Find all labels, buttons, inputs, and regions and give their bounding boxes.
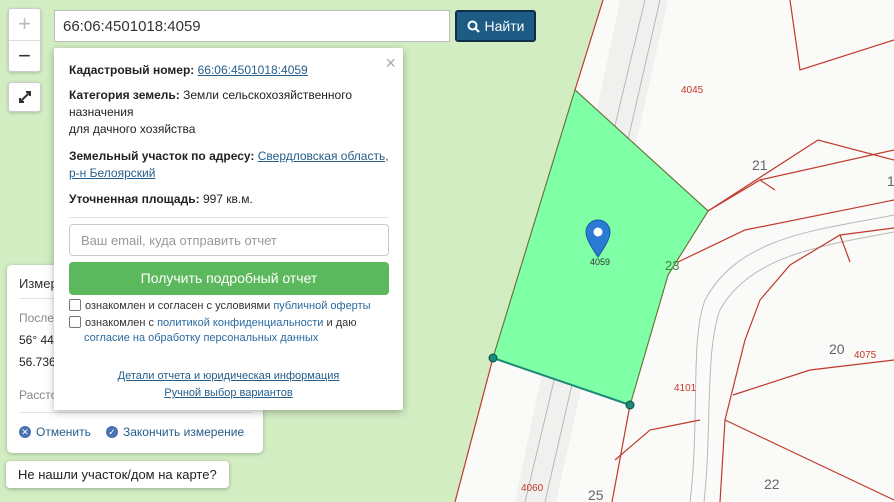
area-value: 997 кв.м.	[202, 192, 253, 206]
category-value-line2: назначения	[69, 105, 134, 119]
address-link-line2[interactable]: р-н Белоярский	[69, 166, 155, 180]
divider	[19, 412, 251, 413]
details-row: Детали отчета и юридическая информация	[54, 370, 403, 382]
privacy-text-a: ознакомлен с	[85, 317, 155, 329]
address-link-line1[interactable]: Свердловская область,	[258, 149, 389, 163]
zoom-in-button[interactable]: +	[9, 9, 40, 41]
cancel-measure-button[interactable]: ✕ Отменить	[19, 425, 91, 439]
parcel-label-21: 21	[752, 157, 768, 173]
area-label: Уточненная площадь:	[69, 192, 200, 206]
parcel-label-4101: 4101	[674, 383, 697, 394]
data-processing-consent-link[interactable]: согласие на обработку персональных данны…	[84, 332, 318, 344]
cadastral-number-link[interactable]: 66:06:4501018:4059	[198, 63, 308, 77]
find-button-label: Найти	[484, 18, 525, 34]
zoom-out-button[interactable]: −	[9, 41, 40, 72]
privacy-checkbox[interactable]	[69, 316, 81, 328]
not-found-button[interactable]: Не нашли участок/дом на карте?	[6, 461, 229, 488]
parcel-label-25: 25	[588, 487, 604, 502]
measurement-title: Измер	[19, 276, 58, 291]
divider	[69, 217, 389, 218]
parcel-label-20: 20	[829, 341, 845, 357]
offer-text: ознакомлен и согласен с условиями	[85, 300, 271, 312]
privacy-policy-link[interactable]: политикой конфиденциальности	[157, 317, 323, 329]
privacy-agreement: ознакомлен с политикой конфиденциальност…	[69, 316, 394, 346]
category-value-line1: Земли сельскохозяйственного	[183, 88, 353, 102]
email-input[interactable]	[69, 224, 389, 256]
finish-label: Закончить измерение	[123, 425, 245, 439]
public-offer-link[interactable]: публичной оферты	[273, 300, 370, 312]
manual-selection-link[interactable]: Ручной выбор вариантов	[164, 387, 292, 399]
cancel-icon: ✕	[19, 426, 31, 438]
get-report-button[interactable]: Получить подробный отчет	[69, 262, 389, 295]
fullscreen-button[interactable]	[8, 82, 41, 112]
expand-icon	[18, 91, 31, 103]
offer-checkbox[interactable]	[69, 299, 81, 311]
parcel-label-4060: 4060	[521, 483, 544, 494]
offer-agreement: ознакомлен и согласен с условиями публич…	[69, 299, 394, 314]
category-value-line3: для дачного хозяйства	[69, 122, 196, 136]
parcel-label-4075: 4075	[854, 350, 877, 361]
parcel-label-22: 22	[764, 476, 780, 492]
privacy-text-b: и даю	[326, 317, 357, 329]
check-icon: ✓	[106, 426, 118, 438]
coordinate-lon: 56.736	[19, 355, 56, 369]
zoom-control: + −	[8, 8, 41, 72]
category-label: Категория земель:	[69, 88, 180, 102]
parcel-label-4045: 4045	[681, 85, 704, 96]
last-point-label: После	[19, 311, 54, 325]
search-icon	[467, 20, 480, 33]
manual-row: Ручной выбор вариантов	[54, 387, 403, 399]
details-link[interactable]: Детали отчета и юридическая информация	[118, 370, 340, 382]
parcel-label-4059: 4059	[590, 257, 610, 267]
cancel-label: Отменить	[36, 425, 91, 439]
cadastral-label: Кадастровый номер:	[69, 63, 195, 77]
parcel-label-23: 23	[665, 258, 679, 273]
find-button[interactable]: Найти	[455, 10, 536, 42]
area-row: Уточненная площадь: 997 кв.м.	[69, 191, 389, 208]
finish-measure-button[interactable]: ✓ Закончить измерение	[106, 425, 244, 439]
category-row: Категория земель: Земли сельскохозяйстве…	[69, 87, 389, 138]
parcel-info-popup: × Кадастровый номер: 66:06:4501018:4059 …	[54, 48, 403, 410]
parcel-label-1: 1	[887, 173, 894, 189]
address-row: Земельный участок по адресу: Свердловска…	[69, 148, 389, 182]
address-label: Земельный участок по адресу:	[69, 149, 255, 163]
coordinate-lat: 56° 44	[19, 333, 54, 347]
distance-label: Расстo	[19, 388, 58, 402]
cadastral-row: Кадастровый номер: 66:06:4501018:4059	[69, 62, 389, 79]
cadastral-search-input[interactable]	[54, 10, 450, 42]
